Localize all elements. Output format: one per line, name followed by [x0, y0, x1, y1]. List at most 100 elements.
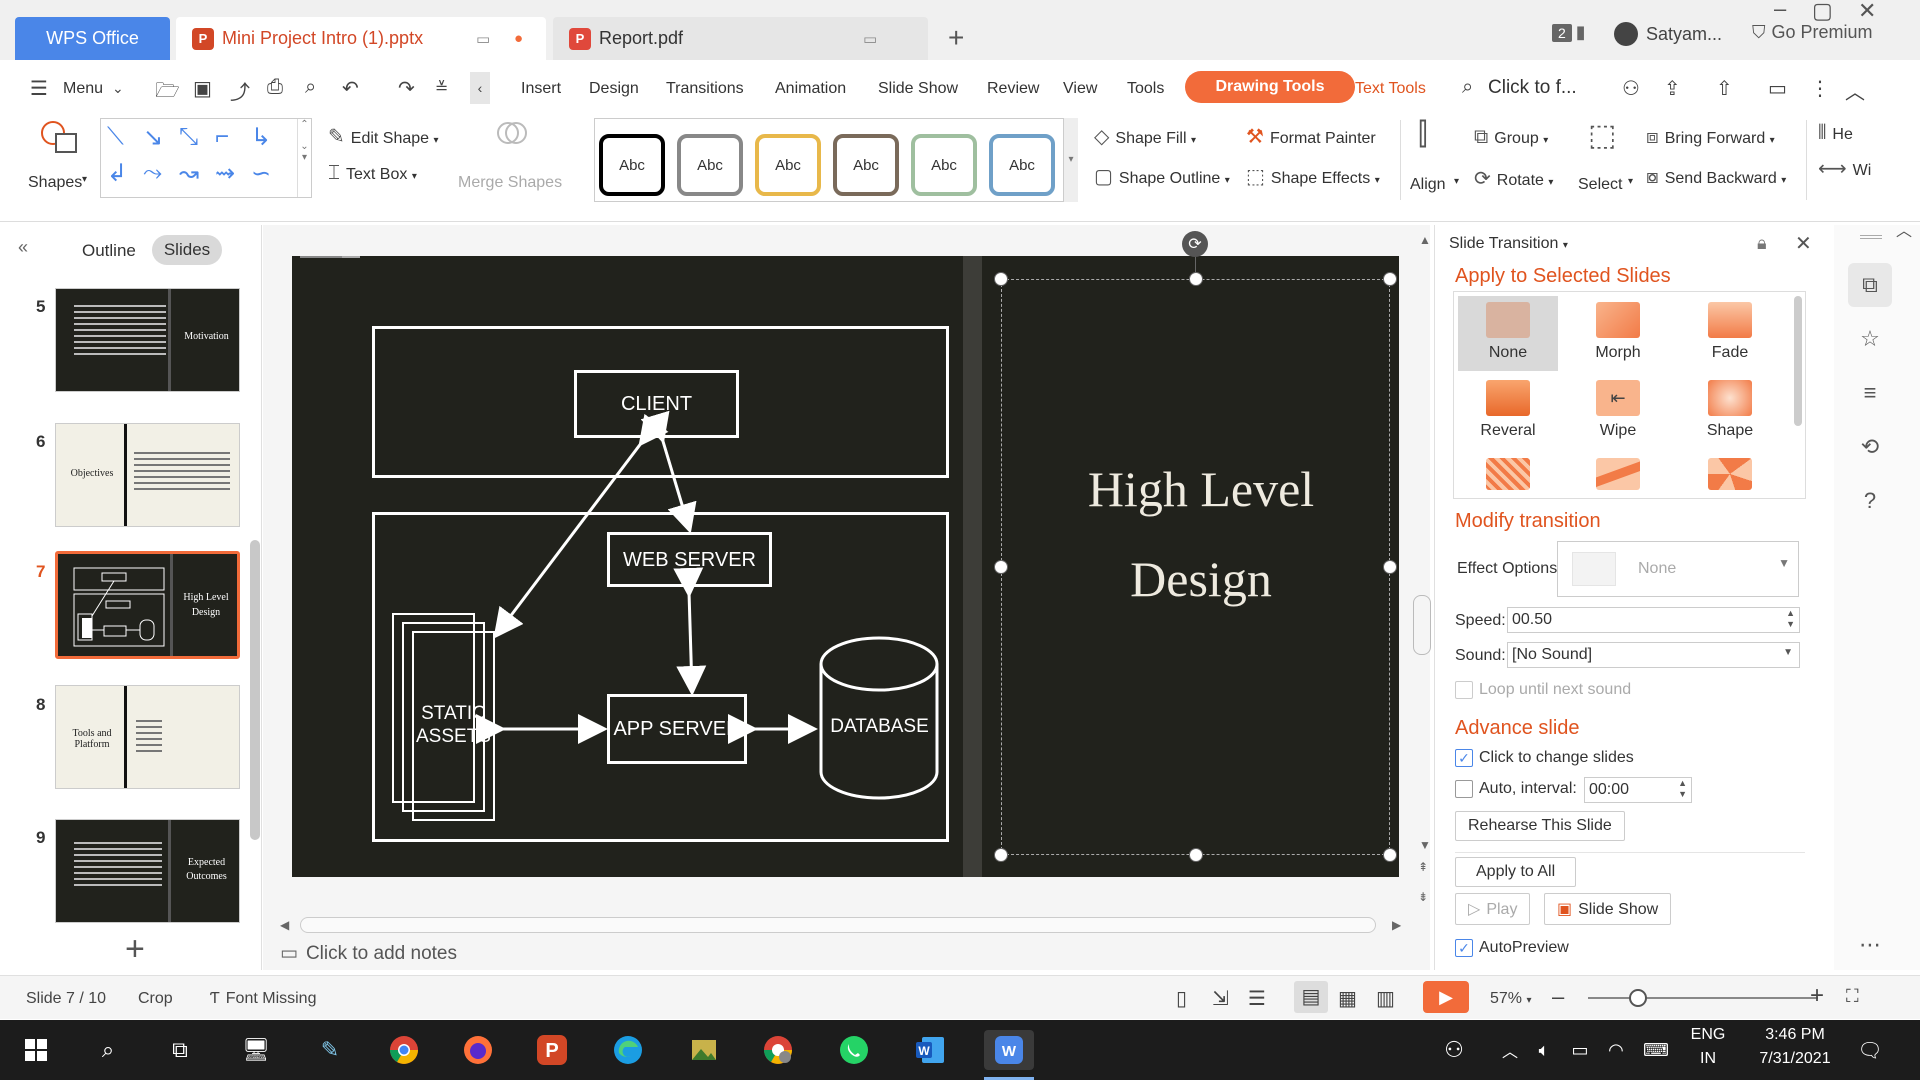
- spinner-arrows-icon[interactable]: ▲ ▼: [1786, 608, 1795, 630]
- canvas-vertical-scrollbar[interactable]: [1413, 595, 1431, 655]
- spinner-arrows-icon[interactable]: ▲ ▼: [1678, 778, 1687, 800]
- notepad-icon[interactable]: ✎: [310, 1030, 350, 1070]
- go-premium-button[interactable]: ⛉ Go Premium: [1752, 22, 1873, 43]
- menu-button[interactable]: Menu: [63, 80, 103, 98]
- search-icon[interactable]: ⌕: [88, 1030, 128, 1070]
- slide-thumbnail-7[interactable]: High Level Design: [55, 551, 240, 659]
- document-tab-pdf[interactable]: P Report.pdf ▭: [553, 17, 928, 60]
- resize-handle-bottom-right[interactable]: [1383, 848, 1397, 862]
- resize-handle-top[interactable]: [1189, 272, 1203, 286]
- minimize-icon[interactable]: –: [1774, 0, 1786, 22]
- style-sample-black[interactable]: Abc: [599, 134, 665, 196]
- slide-sorter-icon[interactable]: ▦: [1338, 986, 1357, 1011]
- collapse-panel-icon[interactable]: «: [18, 237, 28, 258]
- style-sample-blue[interactable]: Abc: [989, 134, 1055, 196]
- shape-fill-button[interactable]: ◇ Shape Fill ▾: [1094, 124, 1196, 149]
- shape-effects-button[interactable]: ⬚ Shape Effects ▾: [1246, 164, 1380, 189]
- canvas-horizontal-scrollbar[interactable]: [300, 917, 1376, 933]
- tab-animation[interactable]: Animation: [775, 80, 846, 98]
- word-icon[interactable]: W: [910, 1030, 950, 1070]
- this-pc-icon[interactable]: 🖥︎: [236, 1030, 276, 1070]
- volume-icon[interactable]: 🔈︎: [1524, 1030, 1564, 1070]
- group-button[interactable]: ⧉ Group ▾: [1474, 126, 1548, 149]
- transition-reveral[interactable]: Reveral: [1458, 374, 1558, 449]
- history-icon[interactable]: ⟲: [1848, 425, 1892, 469]
- style-sample-gray[interactable]: Abc: [677, 134, 743, 196]
- resize-handle-bottom[interactable]: [1189, 848, 1203, 862]
- open-folder-icon[interactable]: 🗁: [155, 76, 180, 110]
- slides-scrollbar[interactable]: [250, 540, 260, 840]
- scroll-right-icon[interactable]: ▶: [1392, 918, 1401, 932]
- image-viewer-icon[interactable]: [684, 1030, 724, 1070]
- wps-office-tab[interactable]: WPS Office: [15, 17, 170, 60]
- bring-forward-button[interactable]: ⧈ Bring Forward ▾: [1646, 126, 1775, 149]
- more-vertical-icon[interactable]: ⋮: [1810, 76, 1830, 101]
- sound-select[interactable]: [No Sound] ▼: [1507, 642, 1800, 668]
- drag-handle-icon[interactable]: [1860, 235, 1882, 239]
- user-account[interactable]: Satyam...: [1614, 22, 1722, 46]
- resize-handle-top-left[interactable]: [994, 272, 1008, 286]
- resize-handle-top-right[interactable]: [1383, 272, 1397, 286]
- print-icon[interactable]: ⎙: [267, 76, 283, 99]
- animation-star-icon[interactable]: ☆: [1848, 317, 1892, 361]
- new-tab-plus-icon[interactable]: +: [948, 22, 964, 54]
- monitor-icon[interactable]: ▭: [863, 30, 877, 48]
- fit-slide-icon[interactable]: ⇲: [1212, 986, 1229, 1011]
- document-tab-pptx[interactable]: P Mini Project Intro (1).pptx ▭ ●: [176, 17, 546, 60]
- transition-none[interactable]: None: [1458, 296, 1558, 371]
- chrome-profile-icon[interactable]: [758, 1030, 798, 1070]
- merge-shapes-button[interactable]: Merge Shapes: [458, 118, 568, 198]
- rehearse-button[interactable]: Rehearse This Slide: [1455, 811, 1625, 841]
- task-view-icon[interactable]: ⧉: [160, 1030, 200, 1070]
- rotate-button[interactable]: ⟳ Rotate ▾: [1474, 166, 1553, 191]
- tab-transitions[interactable]: Transitions: [666, 80, 744, 98]
- send-backward-button[interactable]: ⧇ Send Backward ▾: [1646, 166, 1786, 189]
- normal-view-icon[interactable]: ▤: [1294, 981, 1328, 1013]
- play-button[interactable]: ▷ Play: [1455, 893, 1531, 925]
- font-missing-button[interactable]: Ƭ Font Missing: [210, 990, 316, 1008]
- curved-connector-icon[interactable]: ⤳: [143, 159, 162, 187]
- lock-icon[interactable]: 🔒︎: [1757, 233, 1767, 254]
- wifi-icon[interactable]: ◠: [1596, 1030, 1636, 1070]
- scroll-down-icon[interactable]: ▼: [1419, 838, 1431, 852]
- tab-drawing-tools[interactable]: Drawing Tools: [1185, 71, 1355, 103]
- s-curve-icon[interactable]: ∽: [251, 159, 271, 188]
- arrow-icon[interactable]: ↘: [143, 123, 163, 152]
- play-slideshow-button[interactable]: ▶: [1423, 981, 1469, 1013]
- zoom-out-icon[interactable]: –: [1552, 984, 1564, 1010]
- height-field[interactable]: ⫴ He: [1818, 122, 1853, 145]
- style-sample-gold[interactable]: Abc: [755, 134, 821, 196]
- language-indicator[interactable]: ENG IN: [1688, 1026, 1728, 1068]
- upload-icon[interactable]: ⇧: [1716, 76, 1733, 101]
- transition-split[interactable]: [1568, 452, 1668, 496]
- fit-window-icon[interactable]: ⛶: [1846, 986, 1859, 1007]
- previous-slide-icon[interactable]: ⇞: [1418, 860, 1428, 874]
- web-server-box[interactable]: WEB SERVER: [607, 532, 772, 587]
- resize-handle-left[interactable]: [994, 560, 1008, 574]
- zoom-slider-track[interactable]: [1588, 997, 1818, 999]
- tab-tools[interactable]: Tools: [1127, 80, 1164, 98]
- tab-view[interactable]: View: [1063, 80, 1097, 98]
- client-box[interactable]: CLIENT: [574, 370, 739, 438]
- zoom-level[interactable]: 57% ▾: [1490, 990, 1532, 1008]
- export-icon[interactable]: ⤴: [230, 76, 250, 105]
- title-selection-box[interactable]: [1001, 279, 1390, 855]
- app-server-box[interactable]: APP SERVER: [607, 694, 747, 764]
- interval-spinner[interactable]: 00:00 ▲ ▼: [1584, 777, 1692, 803]
- edge-icon[interactable]: [608, 1030, 648, 1070]
- zoom-in-icon[interactable]: +: [1810, 982, 1824, 1010]
- elbow-double-arrow-icon[interactable]: ↲: [107, 159, 127, 188]
- keyboard-icon[interactable]: ⌨: [1636, 1030, 1676, 1070]
- slide-show-button[interactable]: ▣ Slide Show: [1544, 893, 1672, 925]
- resize-handle-bottom-left[interactable]: [994, 848, 1008, 862]
- scroll-left-icon[interactable]: ‹: [470, 72, 490, 104]
- select-button[interactable]: ⬚ Select ▾: [1578, 118, 1634, 202]
- save-icon[interactable]: ▣: [193, 76, 212, 101]
- pane-title[interactable]: Slide Transition ▾: [1449, 235, 1568, 253]
- lines-gallery[interactable]: ⟍ ↘ ⤡ ⌐ ↳ ↲ ⤳ ↝ ⇝ ∽ ⌃ ⌄ ▾: [100, 118, 312, 198]
- click-to-change-checkbox[interactable]: ✓ Click to change slides: [1455, 749, 1634, 767]
- wps-presentation-icon[interactable]: P: [532, 1030, 572, 1070]
- transition-gallery[interactable]: None Morph Fade Reveral ⇤ Wipe Shape: [1453, 291, 1806, 499]
- redo-icon[interactable]: ↷: [398, 76, 415, 101]
- edit-shape-button[interactable]: ✎ Edit Shape ▾: [328, 124, 439, 149]
